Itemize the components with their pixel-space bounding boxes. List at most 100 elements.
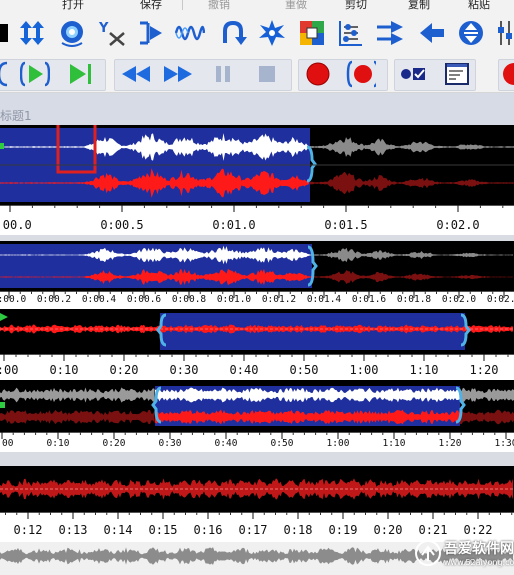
watermark-url: www.52aiyong.com xyxy=(444,558,514,567)
rewind-icon[interactable] xyxy=(120,59,150,89)
color-grid-icon[interactable] xyxy=(297,18,327,48)
waveform-2-svg[interactable] xyxy=(0,241,514,291)
waveform-panel-4[interactable] xyxy=(0,380,514,432)
ruler-4-label: 0:30 xyxy=(159,438,182,449)
ruler-1-label: 0:00.0 xyxy=(0,218,32,232)
menu-item-paste[interactable]: 粘贴 xyxy=(468,0,490,10)
play-to-end-icon[interactable] xyxy=(66,59,96,89)
pause-icon[interactable] xyxy=(208,59,238,89)
ruler-1-label: 0:02.0 xyxy=(436,218,479,232)
stop-icon[interactable] xyxy=(252,59,282,89)
ruler-3-ticks: 0:00 0:10 0:20 0:30 0:40 0:50 1:00 1:10 1:20 xyxy=(0,354,514,377)
record-settings-icon[interactable] xyxy=(398,59,428,89)
ruler-1-label: 0:01.5 xyxy=(324,218,367,232)
menu-item-save[interactable]: 保存 xyxy=(140,0,162,10)
ruler-3-label: 0:00 xyxy=(0,363,18,377)
record-loop-icon[interactable] xyxy=(346,59,376,89)
ruler-4[interactable]: 0:00 0:10 0:20 0:30 0:40 0:50 1:00 1:10 1:20 1:30 xyxy=(0,432,514,452)
menu-item-copy[interactable]: 复制 xyxy=(408,0,430,10)
waveform-3-svg[interactable] xyxy=(0,309,514,354)
ruler-3-label: 0:50 xyxy=(290,363,319,377)
ruler-3-label: 1:10 xyxy=(410,363,439,377)
ruler-5-label: 0:15 xyxy=(149,523,178,537)
menu-item-redo[interactable]: 重做 xyxy=(285,0,307,10)
ruler-4-label: 0:00 xyxy=(0,438,14,449)
waveform-5-svg[interactable] xyxy=(0,466,514,512)
ruler-1[interactable]: 0:00.0 0:00.5 0:01.0 0:01.5 0:02.0 xyxy=(0,205,514,235)
ruler-4-label: 0:50 xyxy=(271,438,294,449)
waveform-panel-1[interactable] xyxy=(0,125,514,205)
ruler-4-ticks: 0:00 0:10 0:20 0:30 0:40 0:50 1:00 1:10 1:20 1:30 xyxy=(0,432,514,449)
ruler-4-label: 0:40 xyxy=(215,438,238,449)
ruler-2-label: 0:00.0 xyxy=(0,294,26,305)
ruler-4-label: 1:20 xyxy=(439,438,462,449)
waveform-icon[interactable] xyxy=(175,18,205,48)
ruler-2-label: 0:01.0 xyxy=(217,294,252,305)
ruler-2-label: 0:00.8 xyxy=(172,294,207,305)
waveform-panel-2[interactable] xyxy=(0,241,514,291)
ruler-2[interactable]: 0:00.0 0:00.2 0:00.4 0:00.6 0:00.8 0:01.0 0:01… xyxy=(0,291,514,309)
ruler-1-label: 0:01.0 xyxy=(212,218,255,232)
ruler-2-label: 0:00.2 xyxy=(37,294,71,305)
monitor-icon[interactable] xyxy=(442,59,472,89)
menu-bar: 打开 保存 撤销 重做 剪切 复制 粘贴 xyxy=(0,0,514,10)
ruler-2-label: 0:02.2 xyxy=(487,294,514,305)
gear-burst-icon[interactable] xyxy=(257,18,287,48)
effect-icon[interactable] xyxy=(57,18,87,48)
transport-toolbar xyxy=(0,56,514,93)
arrow-left-icon[interactable] xyxy=(417,18,447,48)
waveform-panel-3[interactable] xyxy=(0,309,514,354)
ruler-4-label: 1:10 xyxy=(383,438,406,449)
waveform-1-svg[interactable] xyxy=(0,125,514,205)
move-right-icon[interactable] xyxy=(137,18,167,48)
document-tab-title[interactable]: 无标题1 xyxy=(0,107,32,124)
ruler-3-label: 0:40 xyxy=(230,363,259,377)
convert-icon[interactable] xyxy=(375,18,405,48)
watermark: 吾爱软件网 www.52aiyong.com xyxy=(414,535,514,575)
trim-icon[interactable]: Y xyxy=(97,18,127,48)
ruler-2-label: 0:01.6 xyxy=(352,294,387,305)
ruler-5-label: 0:19 xyxy=(329,523,358,537)
menu-item-undo[interactable]: 撤销 xyxy=(208,0,230,10)
ruler-5-label: 0:14 xyxy=(104,523,133,537)
ruler-4-label: 1:00 xyxy=(327,438,350,449)
document-tab-strip xyxy=(0,93,514,125)
watermark-title: 吾爱软件网 xyxy=(444,541,514,557)
menu-item-open[interactable]: 打开 xyxy=(62,0,84,10)
waveform-panel-5[interactable] xyxy=(0,466,514,512)
ruler-4-label: 0:10 xyxy=(47,438,70,449)
panel-gap-2 xyxy=(0,452,514,466)
ruler-5-label: 0:13 xyxy=(59,523,88,537)
ruler-2-label: 0:01.2 xyxy=(262,294,296,305)
main-toolbar: Y xyxy=(0,10,514,56)
ruler-5-label: 0:18 xyxy=(284,523,313,537)
ruler-3-label: 1:20 xyxy=(470,363,499,377)
menu-separator xyxy=(182,0,183,10)
menu-item-cut[interactable]: 剪切 xyxy=(345,0,367,10)
ruler-3-label: 0:30 xyxy=(170,363,199,377)
ruler-3[interactable]: 0:00 0:10 0:20 0:30 0:40 0:50 1:00 1:10 1:20 xyxy=(0,354,514,380)
partial-record-icon[interactable] xyxy=(496,59,514,89)
ruler-2-ticks: 0:00.0 0:00.2 0:00.4 0:00.6 0:00.8 0:01.0 0:01… xyxy=(0,291,514,305)
ruler-5-label: 0:16 xyxy=(194,523,223,537)
waveform-4-svg[interactable] xyxy=(0,380,514,432)
ruler-3-label: 1:00 xyxy=(350,363,379,377)
ruler-5-label: 0:17 xyxy=(239,523,268,537)
play-loop-icon[interactable] xyxy=(20,59,50,89)
fast-forward-icon[interactable] xyxy=(162,59,192,89)
loop-icon[interactable] xyxy=(0,59,22,89)
ruler-3-label: 0:20 xyxy=(110,363,139,377)
eq-bars-icon[interactable] xyxy=(494,18,514,48)
record-icon[interactable] xyxy=(303,59,333,89)
ruler-2-label: 0:00.4 xyxy=(82,294,117,305)
fit-vertical-icon[interactable] xyxy=(17,18,47,48)
ruler-4-label: 1:30 xyxy=(495,438,514,449)
wf4-marker xyxy=(0,402,5,408)
wf1-marker-left xyxy=(0,143,4,149)
expand-vertical-icon[interactable] xyxy=(456,18,486,48)
undo-arrow-icon[interactable] xyxy=(218,18,248,48)
ruler-2-label: 0:00.6 xyxy=(127,294,162,305)
partial-icon[interactable] xyxy=(0,18,14,48)
ruler-2-label: 0:01.4 xyxy=(307,294,342,305)
mixer-icon[interactable] xyxy=(335,18,365,48)
